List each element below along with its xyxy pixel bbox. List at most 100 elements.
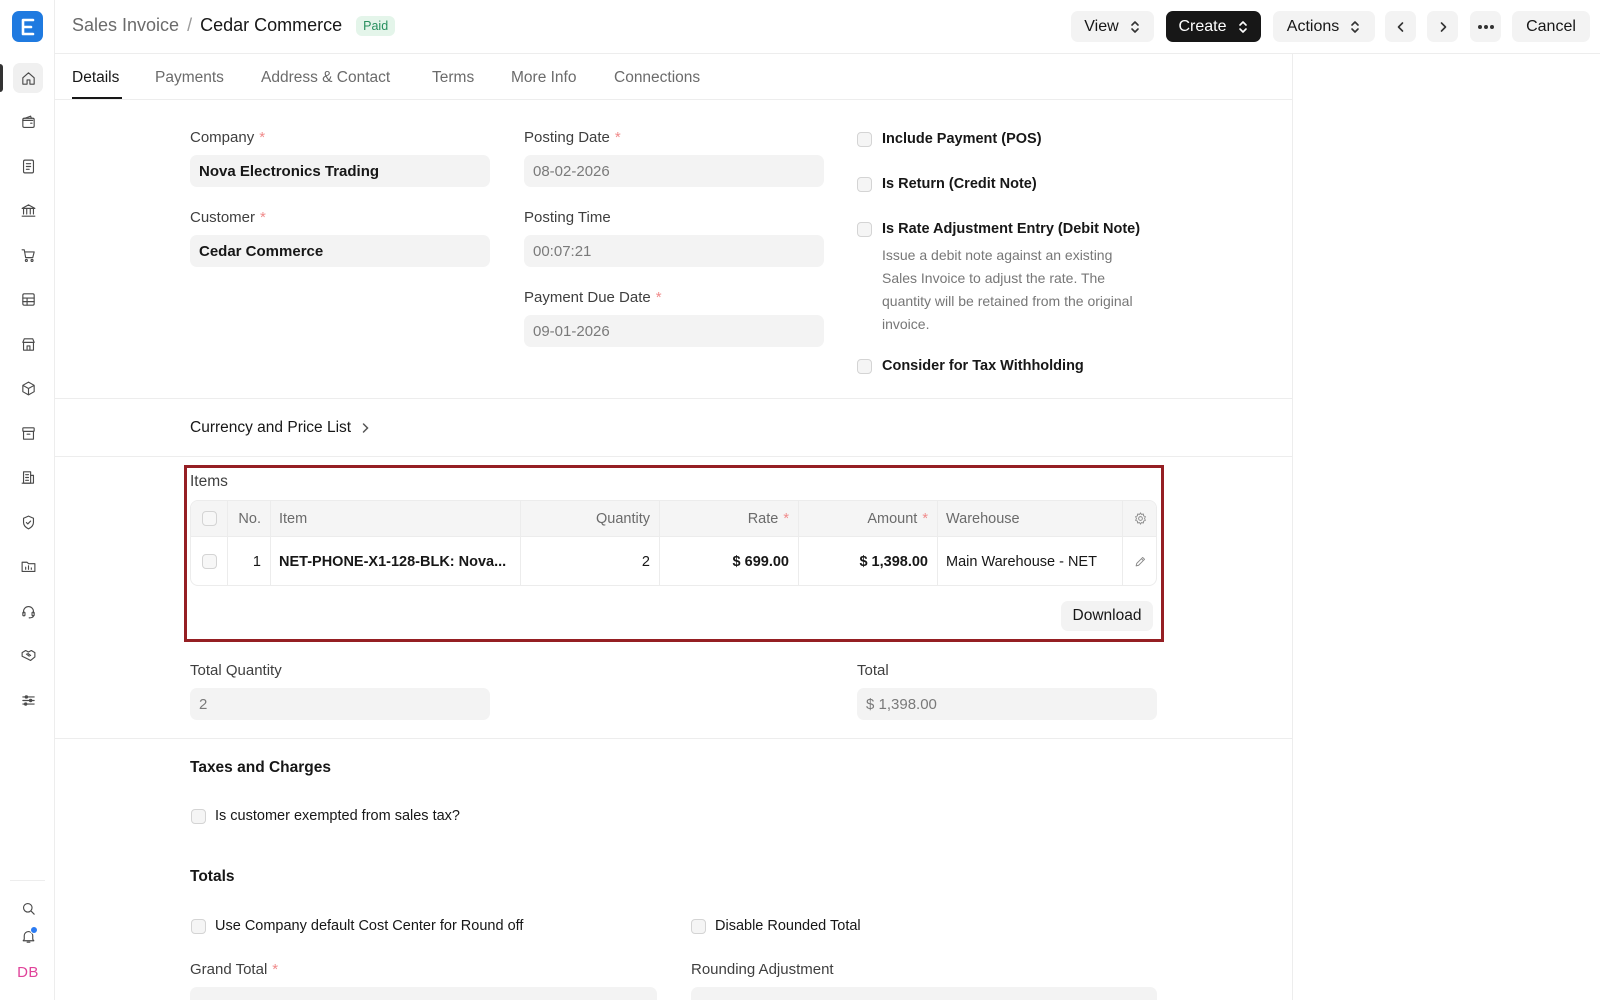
items-title: Items bbox=[190, 473, 228, 490]
tab-connections[interactable]: Connections bbox=[614, 69, 700, 87]
rounding-adjustment-label: Rounding Adjustment bbox=[691, 961, 834, 978]
is-return-checkbox[interactable] bbox=[857, 177, 872, 192]
disable-rounded-checkbox[interactable] bbox=[691, 919, 706, 934]
required-marker: * bbox=[922, 510, 928, 527]
pencil-icon[interactable] bbox=[1133, 554, 1148, 569]
include-payment-checkbox[interactable] bbox=[857, 132, 872, 147]
more-button[interactable] bbox=[1470, 11, 1501, 42]
building-icon[interactable] bbox=[13, 462, 43, 492]
previous-button[interactable] bbox=[1385, 11, 1416, 42]
rounding-adjustment-field bbox=[691, 987, 1157, 1000]
rate-adjustment-checkbox[interactable] bbox=[857, 222, 872, 237]
select-all-checkbox[interactable] bbox=[201, 511, 217, 526]
bell-icon[interactable] bbox=[13, 921, 43, 951]
archive-icon[interactable] bbox=[13, 418, 43, 448]
status-badge: Paid bbox=[356, 15, 396, 36]
required-marker: * bbox=[259, 129, 266, 146]
row-amount: $ 1,398.00 bbox=[799, 537, 938, 585]
row-item[interactable]: NET-PHONE-X1-128-BLK: Nova... bbox=[271, 537, 521, 585]
posting-date-field[interactable]: 08-02-2026 bbox=[524, 155, 824, 187]
totals-title: Totals bbox=[190, 868, 235, 885]
next-button[interactable] bbox=[1427, 11, 1458, 42]
headset-icon[interactable] bbox=[13, 596, 43, 626]
tab-payments[interactable]: Payments bbox=[155, 69, 224, 87]
company-field[interactable]: Nova Electronics Trading bbox=[190, 155, 490, 187]
actions-button[interactable]: Actions bbox=[1273, 11, 1375, 42]
tax-withholding-label: Consider for Tax Withholding bbox=[882, 358, 1084, 374]
tax-withholding-checkbox[interactable] bbox=[857, 359, 872, 374]
create-button[interactable]: Create bbox=[1166, 11, 1261, 42]
home-icon[interactable] bbox=[13, 63, 43, 93]
total-field: $ 1,398.00 bbox=[857, 688, 1157, 720]
select-all-cell bbox=[191, 501, 228, 536]
posting-time-field[interactable]: 00:07:21 bbox=[524, 235, 824, 267]
rail-divider bbox=[10, 880, 45, 881]
chevron-right-icon bbox=[1440, 21, 1446, 32]
payment-due-date-field[interactable]: 09-01-2026 bbox=[524, 315, 824, 347]
payment-due-date-label: Payment Due Date * bbox=[524, 289, 662, 306]
currency-price-list-title: Currency and Price List bbox=[190, 419, 352, 436]
row-select-cell bbox=[191, 537, 228, 585]
search-icon[interactable] bbox=[13, 893, 43, 923]
cart-icon[interactable] bbox=[13, 240, 43, 270]
required-marker: * bbox=[655, 289, 662, 306]
download-button[interactable]: Download bbox=[1061, 601, 1153, 631]
page-header: Sales Invoice / Cedar Commerce Paid View… bbox=[55, 0, 1600, 54]
row-rate[interactable]: $ 699.00 bbox=[660, 537, 799, 585]
bank-icon[interactable] bbox=[13, 195, 43, 225]
currency-price-list-toggle[interactable]: Currency and Price List bbox=[190, 419, 371, 437]
grand-total-field bbox=[190, 987, 657, 1000]
customer-field[interactable]: Cedar Commerce bbox=[190, 235, 490, 267]
table-row[interactable]: 1 NET-PHONE-X1-128-BLK: Nova... 2 $ 699.… bbox=[191, 537, 1156, 585]
required-marker: * bbox=[272, 961, 279, 978]
handshake-icon[interactable] bbox=[13, 640, 43, 670]
wallet-icon[interactable] bbox=[13, 107, 43, 137]
customer-label: Customer * bbox=[190, 209, 266, 226]
posting-time-label: Posting Time bbox=[524, 209, 611, 226]
total-label: Total bbox=[857, 662, 889, 679]
is-return-label: Is Return (Credit Note) bbox=[882, 176, 1037, 192]
tax-exempt-label: Is customer exempted from sales tax? bbox=[215, 808, 460, 824]
tab-details[interactable]: Details bbox=[72, 69, 119, 87]
grand-total-label: Grand Total * bbox=[190, 961, 279, 978]
include-payment-label: Include Payment (POS) bbox=[882, 131, 1042, 147]
app-logo-icon[interactable] bbox=[12, 11, 43, 42]
row-warehouse[interactable]: Main Warehouse - NET bbox=[938, 537, 1123, 585]
store-icon[interactable] bbox=[13, 329, 43, 359]
rate-adjustment-description: Issue a debit note against an existing S… bbox=[882, 247, 1133, 332]
active-tab-underline bbox=[72, 97, 122, 99]
view-button[interactable]: View bbox=[1071, 11, 1154, 42]
avatar[interactable]: DB bbox=[14, 958, 42, 986]
notification-dot bbox=[30, 926, 38, 934]
disable-rounded-label: Disable Rounded Total bbox=[715, 918, 861, 934]
tab-terms[interactable]: Terms bbox=[432, 69, 474, 87]
folder-icon[interactable] bbox=[13, 551, 43, 581]
taxes-title: Taxes and Charges bbox=[190, 759, 331, 776]
view-button-label: View bbox=[1084, 17, 1119, 35]
box-icon[interactable] bbox=[13, 373, 43, 403]
cancel-button[interactable]: Cancel bbox=[1512, 11, 1590, 42]
row-checkbox[interactable] bbox=[201, 554, 217, 569]
sliders-icon[interactable] bbox=[13, 685, 43, 715]
tab-bar: Details Payments Address & Contact Terms… bbox=[55, 54, 1293, 100]
items-table-header: No. Item Quantity Rate * Amount * Warehous… bbox=[191, 501, 1156, 537]
tax-exempt-checkbox[interactable] bbox=[191, 809, 206, 824]
document-icon[interactable] bbox=[13, 151, 43, 181]
right-panel-divider bbox=[1292, 54, 1293, 1000]
breadcrumb: Sales Invoice / Cedar Commerce Paid bbox=[72, 15, 396, 36]
breadcrumb-parent[interactable]: Sales Invoice bbox=[72, 15, 179, 36]
more-dots-icon bbox=[1477, 24, 1494, 29]
updown-chevron-icon bbox=[1238, 20, 1247, 33]
cost-center-checkbox[interactable] bbox=[191, 919, 206, 934]
table-icon[interactable] bbox=[13, 284, 43, 314]
header-warehouse: Warehouse bbox=[938, 501, 1123, 536]
tab-address-contact[interactable]: Address & Contact bbox=[261, 69, 390, 87]
required-marker: * bbox=[783, 510, 789, 527]
total-quantity-label: Total Quantity bbox=[190, 662, 282, 679]
section-divider bbox=[55, 456, 1292, 457]
gear-icon[interactable] bbox=[1133, 511, 1148, 526]
shield-icon[interactable] bbox=[13, 507, 43, 537]
page-title: Cedar Commerce bbox=[200, 15, 343, 35]
tab-more-info[interactable]: More Info bbox=[511, 69, 576, 87]
row-quantity[interactable]: 2 bbox=[521, 537, 660, 585]
